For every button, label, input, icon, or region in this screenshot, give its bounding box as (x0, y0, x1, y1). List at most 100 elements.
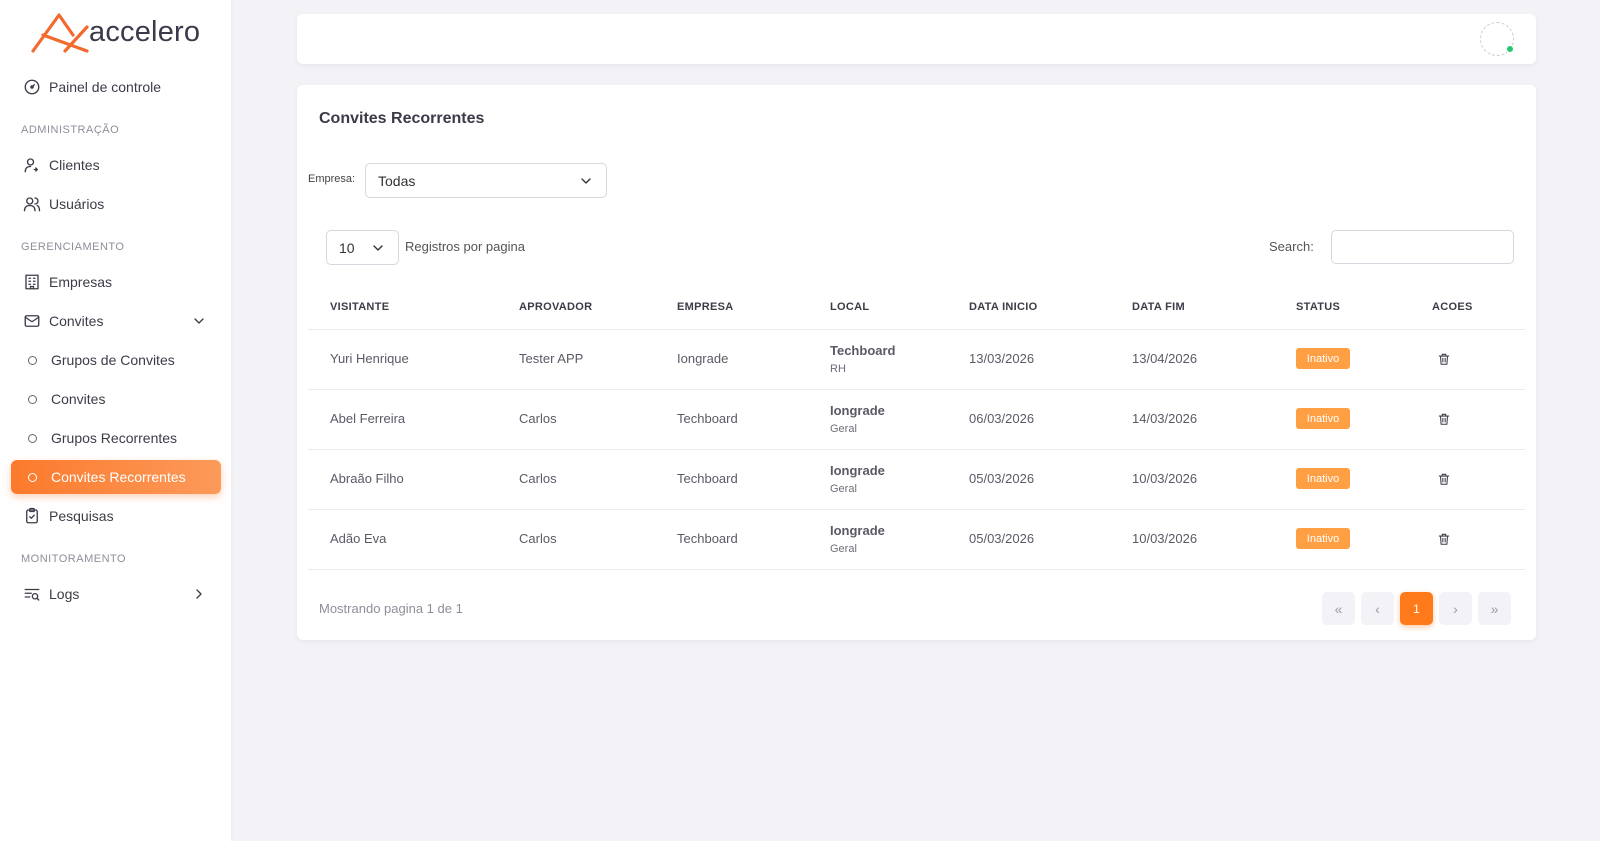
chevron-down-icon (581, 177, 591, 184)
sidebar-item-label: Convites Recorrentes (51, 469, 186, 485)
cell-data-fim: 14/03/2026 (1132, 411, 1198, 426)
search-label: Search: (1269, 239, 1314, 254)
mail-icon (23, 312, 41, 330)
delete-button[interactable] (1437, 532, 1451, 546)
cell-data-inicio: 05/03/2026 (969, 531, 1035, 546)
chevron-right-icon (191, 586, 207, 602)
sidebar-item-logs[interactable]: Logs (11, 577, 221, 611)
sidebar-item-label: Clientes (49, 157, 100, 173)
cell-local-sub: Geral (830, 483, 857, 495)
per-page-select[interactable]: 10 (326, 230, 399, 265)
delete-button[interactable] (1437, 472, 1451, 486)
column-header-data-fim[interactable]: DATA FIM (1132, 301, 1185, 313)
sidebar-item-label: Painel de controle (49, 79, 162, 95)
user-avatar[interactable] (1480, 22, 1514, 56)
brand-logo[interactable]: accelero (29, 10, 200, 54)
trash-icon (1438, 413, 1450, 425)
sidebar-item-usuarios[interactable]: Usuários (11, 187, 221, 221)
cell-empresa: Techboard (677, 531, 738, 546)
sidebar-item-empresas[interactable]: Empresas (11, 265, 221, 299)
status-badge: Inativo (1296, 528, 1350, 549)
column-header-data-inicio[interactable]: DATA INICIO (969, 301, 1037, 313)
chevron-down-icon (373, 244, 383, 251)
logs-icon (23, 585, 41, 603)
empresa-filter-label: Empresa: (308, 173, 356, 185)
brand-name: accelero (89, 15, 201, 48)
empresa-filter-select[interactable]: Todas (365, 163, 607, 198)
sidebar-item-pesquisas[interactable]: Pesquisas (11, 499, 221, 533)
sidebar-item-label: Convites (49, 313, 104, 329)
pagination-page-1[interactable]: 1 (1400, 592, 1433, 625)
cell-local-sub: RH (830, 363, 846, 375)
column-header-empresa[interactable]: EMPRESA (677, 301, 734, 313)
cell-local-sub: Geral (830, 423, 857, 435)
table-divider (308, 569, 1525, 570)
cell-local-sub: Geral (830, 543, 857, 555)
cell-data-fim: 10/03/2026 (1132, 531, 1198, 546)
section-label-admin: ADMINISTRAÇÃO (21, 124, 120, 136)
user-icon (23, 156, 41, 174)
users-icon (23, 195, 41, 213)
cell-data-fim: 10/03/2026 (1132, 471, 1198, 486)
dashboard-icon (23, 78, 41, 96)
column-header-aprovador[interactable]: APROVADOR (519, 301, 592, 313)
sidebar-item-label: Grupos Recorrentes (51, 430, 178, 446)
cell-data-fim: 13/04/2026 (1132, 351, 1198, 366)
sidebar-item-convites-recorrentes[interactable]: Convites Recorrentes (11, 460, 221, 494)
column-header-status[interactable]: STATUS (1296, 301, 1340, 313)
online-status-dot (1506, 45, 1514, 53)
trash-icon (1438, 533, 1450, 545)
table-divider (308, 509, 1525, 510)
column-header-local[interactable]: LOCAL (830, 301, 869, 313)
sidebar-item-grupos-recorrentes[interactable]: Grupos Recorrentes (11, 421, 221, 455)
sidebar-item-label: Usuários (49, 196, 105, 212)
delete-button[interactable] (1437, 352, 1451, 366)
sidebar-item-grupos-convites[interactable]: Grupos de Convites (11, 343, 221, 377)
cell-local: Iongrade (830, 403, 885, 418)
section-label-monitor: MONITORAMENTO (21, 553, 127, 565)
top-navbar (297, 14, 1536, 64)
pagination-prev-button[interactable]: ‹ (1361, 592, 1394, 625)
cell-local: Iongrade (830, 523, 885, 538)
cell-empresa: Iongrade (677, 351, 729, 366)
sidebar-item-convites-group[interactable]: Convites (11, 304, 221, 338)
recurring-invites-card: Convites Recorrentes Empresa: Todas 10 R… (297, 85, 1536, 640)
cell-aprovador: Tester APP (519, 351, 584, 366)
delete-button[interactable] (1437, 412, 1451, 426)
cell-visitante: Adão Eva (330, 531, 387, 546)
cell-local: Techboard (830, 343, 896, 358)
cell-visitante: Yuri Henrique (330, 351, 409, 366)
status-badge: Inativo (1296, 348, 1350, 369)
cell-visitante: Abel Ferreira (330, 411, 406, 426)
pagination-first-button[interactable]: « (1322, 592, 1355, 625)
circle-icon (28, 355, 37, 365)
circle-icon (28, 433, 37, 443)
table-divider (308, 449, 1525, 450)
cell-aprovador: Carlos (519, 411, 557, 426)
circle-icon (28, 394, 37, 404)
sidebar-item-label: Pesquisas (49, 508, 114, 524)
circle-icon (28, 472, 37, 482)
sidebar-item-convites[interactable]: Convites (11, 382, 221, 416)
trash-icon (1438, 473, 1450, 485)
column-header-acoes: ACOES (1432, 301, 1473, 313)
cell-aprovador: Carlos (519, 471, 557, 486)
cell-aprovador: Carlos (519, 531, 557, 546)
cell-empresa: Techboard (677, 411, 738, 426)
cell-local: Iongrade (830, 463, 885, 478)
status-badge: Inativo (1296, 468, 1350, 489)
pagination-last-button[interactable]: » (1478, 592, 1511, 625)
pagination-next-button[interactable]: › (1439, 592, 1472, 625)
sidebar-item-label: Convites (51, 391, 106, 407)
empresa-filter-value: Todas (378, 172, 416, 189)
pagination-info: Mostrando pagina 1 de 1 (319, 601, 463, 616)
column-header-visitante[interactable]: VISITANTE (330, 301, 389, 313)
accelero-logo-icon (31, 13, 89, 53)
sidebar-item-painel[interactable]: Painel de controle (11, 70, 221, 104)
cell-data-inicio: 05/03/2026 (969, 471, 1035, 486)
cell-empresa: Techboard (677, 471, 738, 486)
clipboard-icon (23, 507, 41, 525)
section-label-manage: GERENCIAMENTO (21, 241, 125, 253)
search-input[interactable] (1331, 230, 1514, 264)
sidebar-item-clientes[interactable]: Clientes (11, 148, 221, 182)
